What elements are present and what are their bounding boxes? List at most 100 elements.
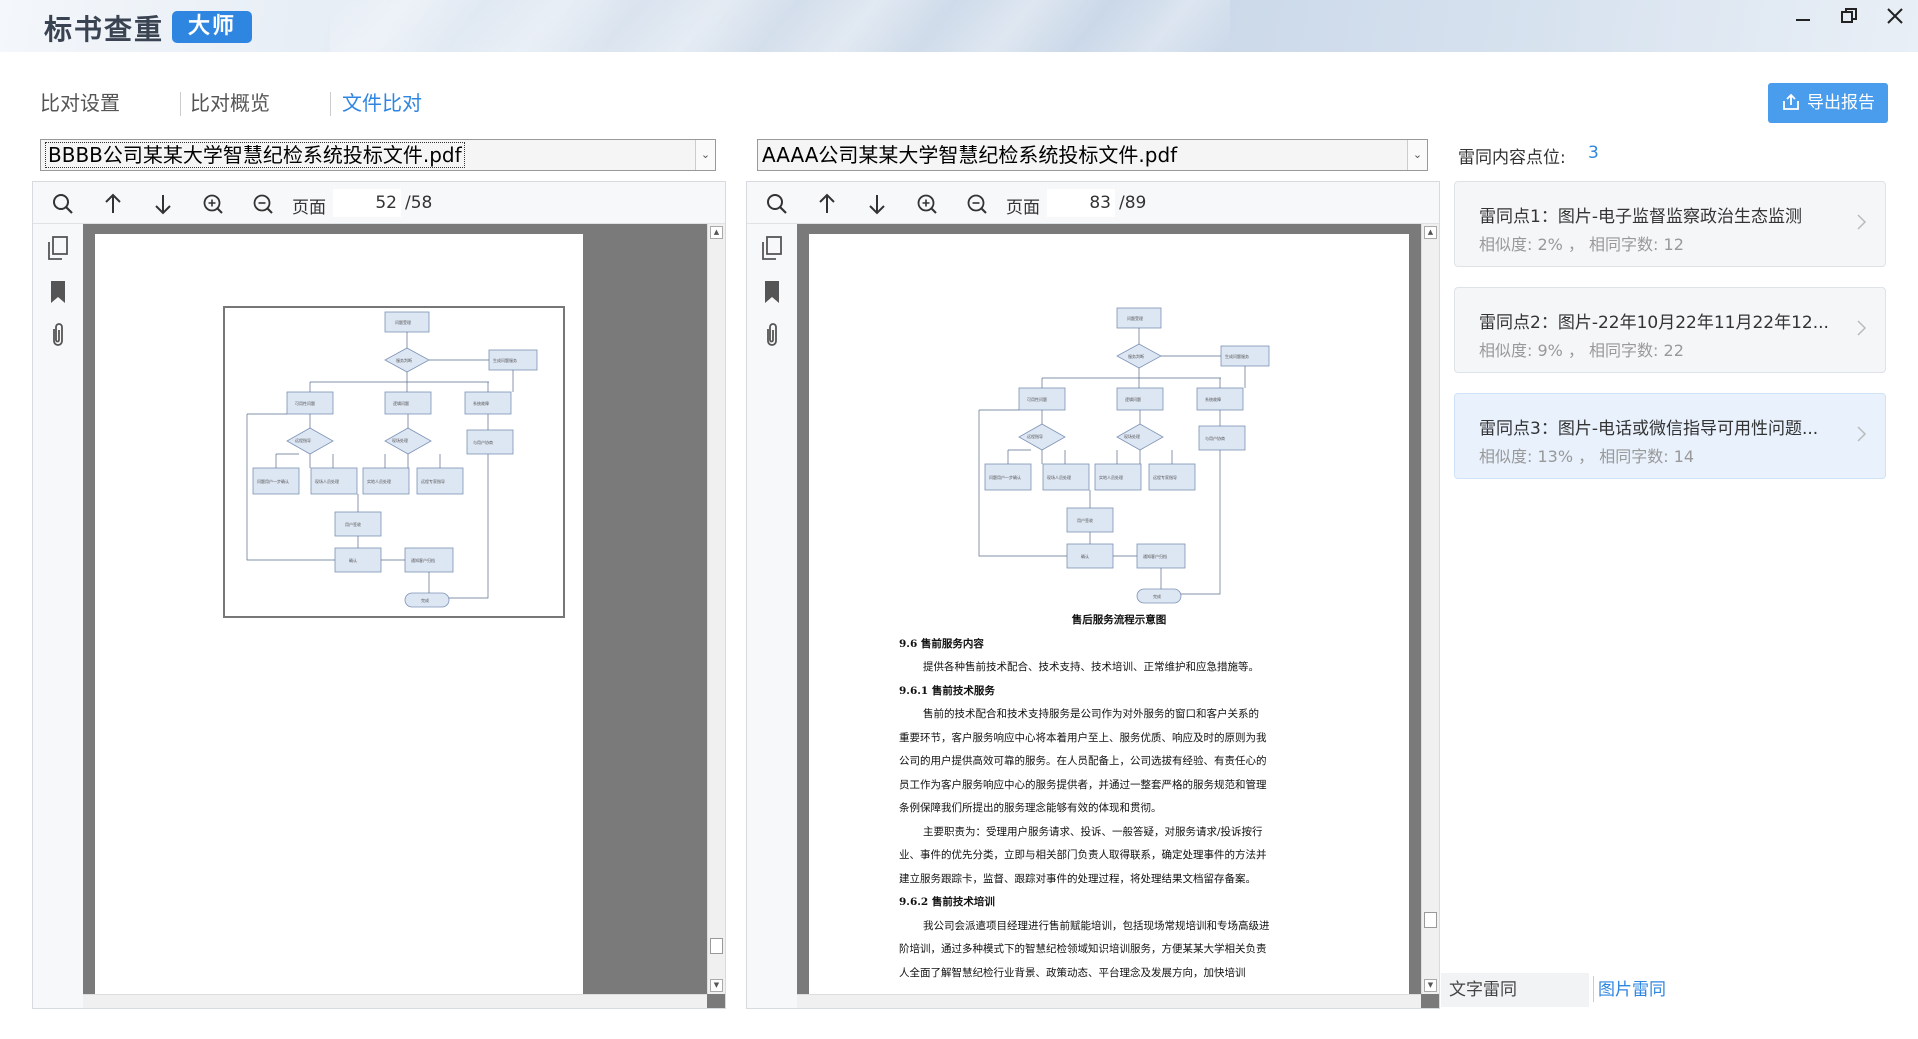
svg-text:用户签收: 用户签收 [1077, 517, 1093, 523]
flowchart-graphic: 问题受理 服务判断 生成问题服务 可用性问题 逻辑问题 系统故障 远程指导 现场… [978, 307, 1270, 604]
zoom-in-icon[interactable] [200, 191, 226, 217]
right-file-select[interactable]: AAAA公司某某大学智慧纪检系统投标文件.pdf ⌄ [757, 139, 1428, 171]
pdf-page: 问题受理 服务判断 生成问题服务 可用性问题 逻辑问题 系统故障 远程指导 现场… [95, 234, 583, 1008]
svg-text:系统故障: 系统故障 [1205, 396, 1221, 402]
svg-text:远程指导: 远程指导 [295, 437, 311, 443]
copy-pages-icon[interactable] [45, 234, 71, 262]
right-horizontal-scrollbar[interactable] [797, 994, 1421, 1008]
attachment-icon[interactable] [759, 320, 785, 348]
zoom-in-icon[interactable] [914, 191, 940, 217]
doc-paragraph-line: 条例保障我们所提出的服务理念能够有效的体现和贯彻。 [899, 802, 1162, 814]
search-icon[interactable] [50, 191, 76, 217]
tab-compare-overview[interactable]: 比对概览 [190, 86, 270, 120]
right-file-name: AAAA公司某某大学智慧纪检系统投标文件.pdf [762, 143, 1178, 167]
left-viewer-toolbar: 页面 52 /58 [33, 182, 725, 224]
scroll-up-icon[interactable]: ▲ [710, 226, 723, 239]
export-report-button[interactable]: 导出报告 [1768, 83, 1888, 123]
svg-text:实地人员处理: 实地人员处理 [367, 478, 391, 484]
right-document-area: 问题受理 服务判断 生成问题服务 可用性问题 逻辑问题 系统故障 远程指导 现场… [797, 224, 1439, 1008]
tab-file-compare[interactable]: 文件比对 [342, 86, 422, 120]
svg-text:问题受理: 问题受理 [395, 319, 411, 325]
attachment-icon[interactable] [45, 320, 71, 348]
svg-text:系统故障: 系统故障 [473, 400, 489, 406]
svg-text:现场处理: 现场处理 [392, 437, 408, 443]
arrow-up-icon[interactable] [100, 191, 126, 217]
similar-point-card[interactable]: 雷同点2：图片-22年10月22年11月22年12... 相似度: 9% ， 相… [1454, 287, 1886, 373]
svg-text:通知客户归档: 通知客户归档 [1143, 553, 1167, 559]
svg-text:与用户协商: 与用户协商 [473, 439, 493, 445]
scroll-thumb[interactable] [710, 938, 723, 954]
svg-text:远程专家指导: 远程专家指导 [1153, 474, 1177, 480]
svg-text:问题用户一步确认: 问题用户一步确认 [257, 478, 289, 484]
scroll-down-icon[interactable]: ▼ [710, 979, 723, 992]
scroll-up-icon[interactable]: ▲ [1424, 226, 1437, 239]
close-icon [1887, 8, 1903, 24]
doc-paragraph-line: 公司的用户提供高效可靠的服务。在人员配备上，公司选拔有经验、有责任心的 [899, 755, 1267, 767]
similar-point-title: 雷同点3：图片-电话或微信指导可用性问题... [1479, 419, 1819, 439]
title-bar: 标书查重 大师 [0, 0, 1918, 52]
zoom-out-icon[interactable] [964, 191, 990, 217]
svg-text:逻辑问题: 逻辑问题 [393, 400, 409, 406]
left-horizontal-scrollbar[interactable] [83, 994, 707, 1008]
left-document-area: 问题受理 服务判断 生成问题服务 可用性问题 逻辑问题 系统故障 远程指导 现场… [83, 224, 725, 1008]
svg-text:服务判断: 服务判断 [1128, 353, 1144, 359]
chevron-right-icon [1857, 426, 1867, 442]
bottom-tab-divider [1593, 976, 1594, 1002]
close-button[interactable] [1872, 0, 1918, 32]
svg-text:问题用户一步确认: 问题用户一步确认 [989, 474, 1021, 480]
zoom-out-icon[interactable] [250, 191, 276, 217]
page-number-input[interactable]: 52 [333, 189, 401, 217]
svg-text:服务判断: 服务判断 [396, 357, 412, 363]
minimize-button[interactable] [1780, 0, 1826, 32]
left-vertical-scrollbar[interactable]: ▲ ▼ [707, 224, 725, 994]
document-body-text: 售后服务流程示意图 9.6 售前服务内容 提供各种售前技术配合、技术支持、技术培… [899, 609, 1339, 985]
doc-paragraph-line: 阶培训，通过多种模式下的智慧纪检领域知识培训服务，方便某某大学相关负责 [899, 943, 1267, 955]
maximize-button[interactable] [1826, 0, 1872, 32]
doc-paragraph-line: 提供各种售前技术配合、技术支持、技术培训、正常维护和应急措施等。 [923, 661, 1259, 673]
left-side-strip [33, 224, 83, 1008]
right-pdf-viewer: 页面 83 /89 问题受理 服务判断 生成问题服务 可用性问题 逻辑问题 系统… [746, 181, 1440, 1009]
doc-paragraph-line: 业、事件的优先分类，立即与相关部门负责人取得联系，确定处理事件的方法并 [899, 849, 1267, 861]
svg-text:完成: 完成 [421, 597, 429, 603]
page-total: /58 [405, 193, 433, 213]
svg-text:完成: 完成 [1153, 593, 1161, 599]
right-side-strip [747, 224, 797, 1008]
doc-heading: 9.6 售前服务内容 [899, 637, 984, 650]
doc-paragraph-line: 主要职责为：受理用户服务请求、投诉、一般答疑，对服务请求/投诉按行 [923, 825, 1263, 838]
similar-point-title: 雷同点2：图片-22年10月22年11月22年12... [1479, 313, 1829, 333]
arrow-up-icon[interactable] [814, 191, 840, 217]
doc-paragraph-line: 重要环节，客户服务响应中心将本着用户至上、服务优质、响应及时的原则为我 [899, 731, 1267, 744]
left-file-select[interactable]: BBBB公司某某大学智慧纪检系统投标文件.pdf ⌄ [40, 139, 716, 171]
doc-heading: 9.6.2 售前技术培训 [899, 896, 995, 908]
page-number-input[interactable]: 83 [1047, 189, 1115, 217]
chevron-down-icon: ⌄ [695, 140, 715, 170]
tab-divider [330, 92, 331, 116]
restore-icon [1841, 8, 1857, 23]
similar-point-card[interactable]: 雷同点3：图片-电话或微信指导可用性问题... 相似度: 13% ， 相同字数:… [1454, 393, 1886, 479]
chevron-down-icon: ⌄ [1407, 140, 1427, 170]
arrow-down-icon[interactable] [864, 191, 890, 217]
doc-paragraph-line: 员工作为客户服务响应中心的服务提供者，并通过一整套严格的服务规范和管理 [899, 778, 1267, 791]
scroll-thumb[interactable] [1424, 912, 1437, 928]
similar-point-card[interactable]: 雷同点1：图片-电子监督监察政治生态监测 相似度: 2% ， 相同字数: 12 [1454, 181, 1886, 267]
svg-text:生成问题服务: 生成问题服务 [1225, 353, 1249, 359]
svg-text:远程指导: 远程指导 [1027, 433, 1043, 439]
arrow-down-icon[interactable] [150, 191, 176, 217]
svg-text:问题受理: 问题受理 [1127, 315, 1143, 321]
svg-text:远程专家指导: 远程专家指导 [421, 478, 445, 484]
doc-heading: 9.6.1 售前技术服务 [899, 684, 995, 697]
bookmark-icon[interactable] [45, 278, 71, 306]
svg-text:与用户协商: 与用户协商 [1205, 435, 1225, 441]
tab-image-similarity[interactable]: 图片雷同 [1598, 973, 1666, 1007]
bookmark-icon[interactable] [759, 278, 785, 306]
page-label: 页面 [292, 198, 326, 218]
copy-pages-icon[interactable] [759, 234, 785, 262]
chevron-right-icon [1857, 320, 1867, 336]
doc-paragraph-line: 我公司会派遣项目经理进行售前赋能培训，包括现场常规培训和专场高级进 [923, 919, 1270, 932]
search-icon[interactable] [764, 191, 790, 217]
scroll-down-icon[interactable]: ▼ [1424, 979, 1437, 992]
right-vertical-scrollbar[interactable]: ▲ ▼ [1421, 224, 1439, 994]
similar-point-meta: 相似度: 13% ， 相同字数: 14 [1479, 447, 1695, 466]
tab-compare-settings[interactable]: 比对设置 [40, 86, 120, 120]
tab-text-similarity[interactable]: 文字雷同 [1441, 973, 1589, 1007]
